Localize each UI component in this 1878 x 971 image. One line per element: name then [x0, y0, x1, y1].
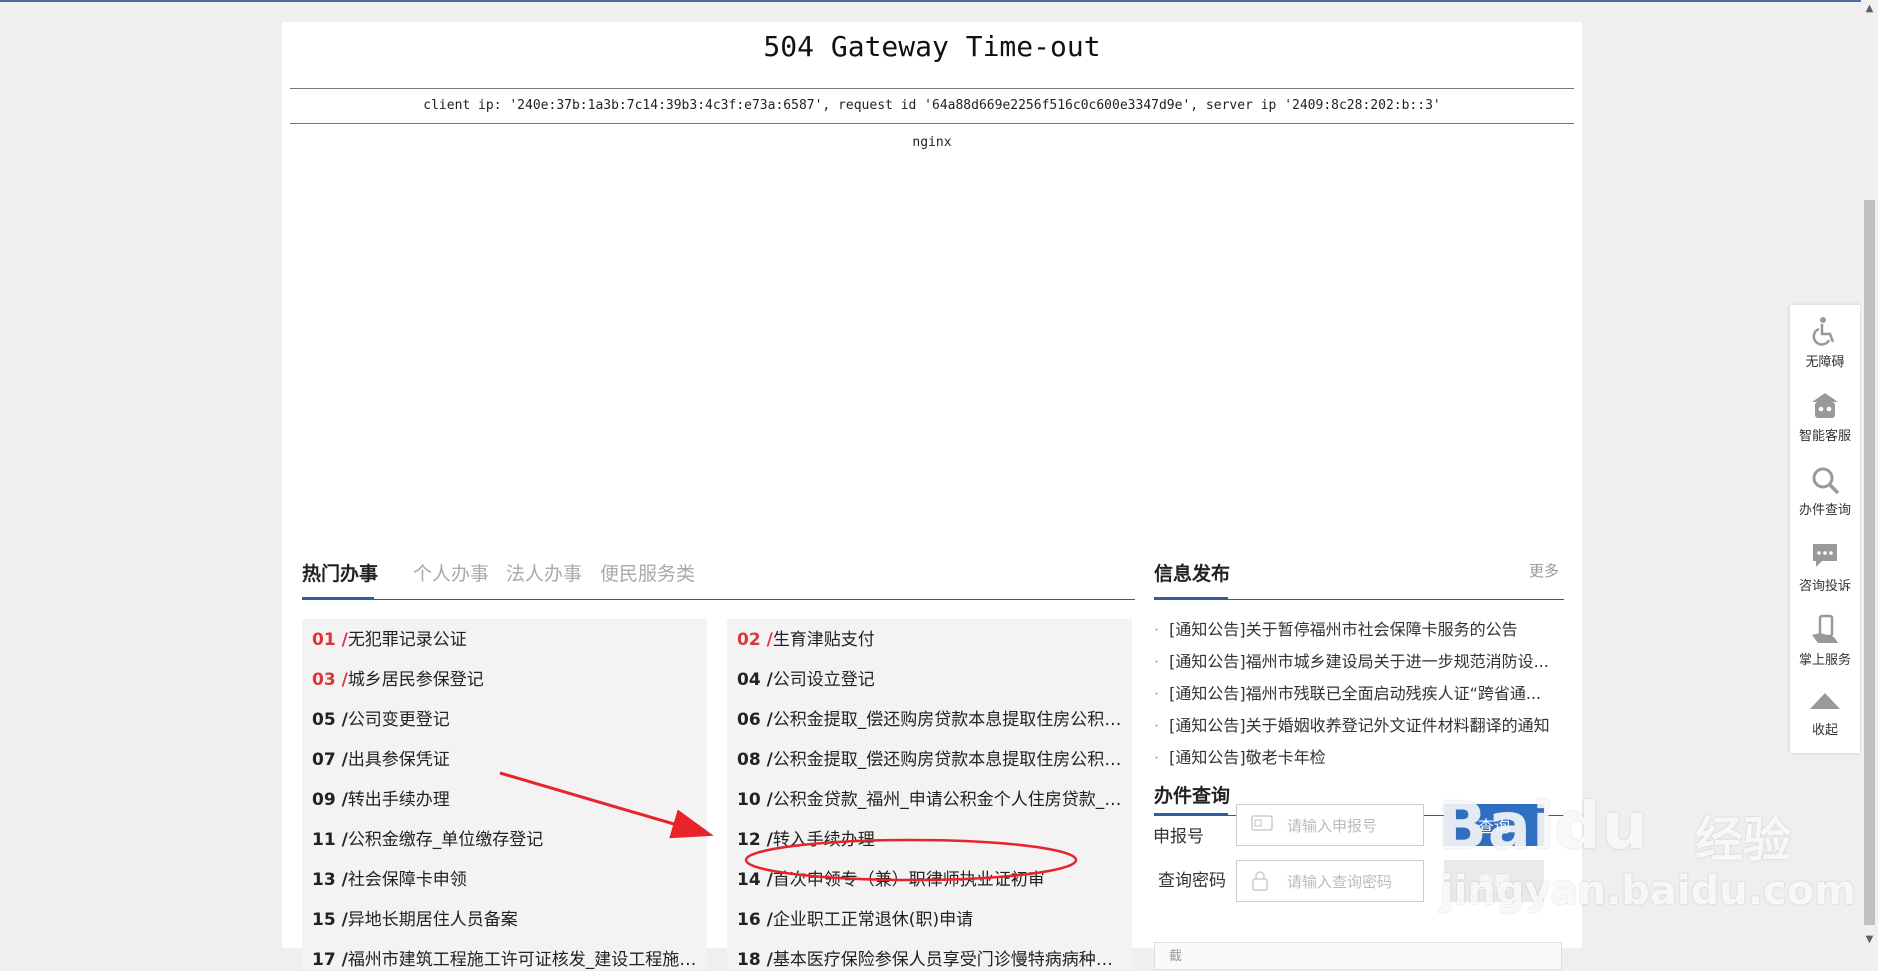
- service-number: 18: [737, 950, 761, 970]
- dock-label: 办件查询: [1798, 503, 1851, 518]
- scroll-down-arrow-icon[interactable]: ▼: [1861, 931, 1878, 948]
- watermark-cn: 经验: [1695, 812, 1792, 868]
- scroll-up-arrow-icon[interactable]: ▲: [1861, 0, 1878, 17]
- watermark-url: jingyan.baidu.com: [1440, 868, 1856, 914]
- service-item[interactable]: 18 /基本医疗保险参保人员享受门诊慢特病病种待遇...: [737, 946, 1127, 970]
- wheelchair-icon: [1812, 317, 1835, 346]
- dock-mobile-service[interactable]: 掌上服务: [1790, 607, 1860, 681]
- dock-label: 无障碍: [1805, 355, 1845, 370]
- dock-smart-service[interactable]: 智能客服: [1790, 383, 1860, 457]
- dock-label: 咨询投诉: [1798, 579, 1851, 594]
- service-item[interactable]: 17 /福州市建筑工程施工许可证核发_建设工程施工许...: [312, 946, 702, 970]
- scrollbar-thumb[interactable]: [1864, 200, 1875, 925]
- dock-collapse[interactable]: 收起: [1790, 677, 1860, 751]
- vertical-scrollbar[interactable]: ▲ ▼: [1861, 0, 1878, 948]
- annotation-arrow: [499, 771, 714, 839]
- hand-phone-icon: [1812, 614, 1838, 643]
- dock-label: 掌上服务: [1798, 653, 1851, 668]
- collapse-up-icon: [1810, 693, 1840, 709]
- service-number: 17: [312, 950, 336, 970]
- chat-bubble-icon: [1813, 544, 1837, 567]
- floating-service-dock: 无障碍 智能客服 办件查询 咨询投诉 掌上服务 收起: [1790, 305, 1860, 753]
- search-icon: [1812, 467, 1840, 495]
- watermark-brand: Baidu: [1438, 790, 1649, 864]
- dock-accessibility[interactable]: 无障碍: [1790, 309, 1860, 383]
- dock-label: 智能客服: [1798, 429, 1851, 444]
- robot-icon: [1812, 393, 1838, 418]
- service-name: 福州市建筑工程施工许可证核发_建设工程施工许...: [347, 950, 702, 970]
- dock-consult-complaint[interactable]: 咨询投诉: [1790, 533, 1860, 607]
- annotation-circle: [744, 838, 1078, 882]
- service-name: 基本医疗保险参保人员享受门诊慢特病病种待遇...: [772, 950, 1127, 970]
- dock-label: 收起: [1811, 723, 1838, 738]
- captcha-label: 截: [1169, 949, 1183, 964]
- dock-case-query[interactable]: 办件查询: [1790, 457, 1860, 531]
